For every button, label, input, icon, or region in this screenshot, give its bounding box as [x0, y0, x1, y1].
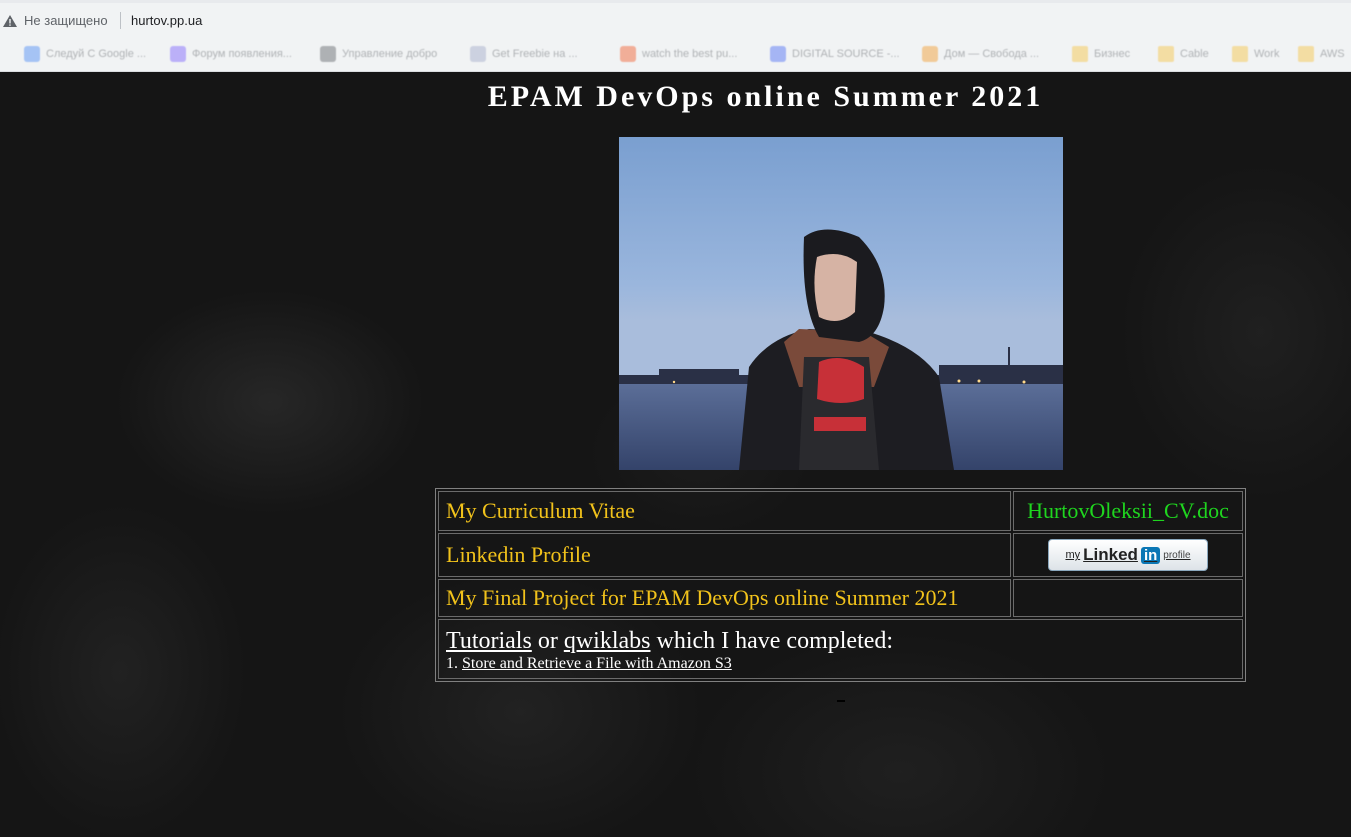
- page-content: EPAM DevOps online Summer 2021 My Curric…: [0, 72, 1351, 837]
- bookmarks-bar: Следуй С Google ... Форум появления... Упр…: [0, 38, 1351, 72]
- table-cell: HurtovOleksii_CV.doc: [1013, 491, 1243, 531]
- table-cell: My Final Project for EPAM DevOps online …: [438, 579, 1011, 617]
- linkedin-badge-my: my: [1065, 549, 1081, 561]
- table-row: My Final Project for EPAM DevOps online …: [438, 579, 1243, 617]
- linkedin-badge-profile: profile: [1163, 549, 1191, 561]
- warning-icon[interactable]: [3, 15, 17, 27]
- bookmark-label: AWS: [1320, 48, 1345, 60]
- divider: [837, 700, 845, 702]
- linkedin-icon: in: [1140, 546, 1161, 564]
- bookmark-favicon-icon: [24, 46, 40, 62]
- folder-icon: [1072, 46, 1088, 62]
- bookmark-item[interactable]: Управление добро: [320, 46, 437, 62]
- table-row: Linkedin Profile my Linked in profile: [438, 533, 1243, 577]
- bookmark-label: Cable: [1180, 48, 1209, 60]
- list-item: 1. Store and Retrieve a File with Amazon…: [446, 655, 1235, 673]
- bookmark-label: DIGITAL SOURCE -...: [792, 48, 900, 60]
- url-text[interactable]: hurtov.pp.ua: [131, 13, 202, 28]
- security-status[interactable]: Не защищено: [24, 13, 108, 28]
- tutorials-cell: Tutorials or qwiklabs which I have compl…: [438, 619, 1243, 679]
- profile-photo: [619, 137, 1063, 470]
- bookmark-item[interactable]: Дом — Свобода ...: [922, 46, 1039, 62]
- bookmark-label: Управление добро: [342, 48, 438, 60]
- table-cell-empty: [1013, 579, 1243, 617]
- linkedin-profile-button[interactable]: my Linked in profile: [1048, 539, 1208, 571]
- bookmark-favicon-icon: [320, 46, 336, 62]
- bookmark-label: Work: [1254, 48, 1280, 60]
- or-text: or: [531, 627, 564, 654]
- table-row: Tutorials or qwiklabs which I have compl…: [438, 619, 1243, 679]
- tutorials-heading: Tutorials or qwiklabs which I have compl…: [446, 628, 1235, 655]
- completed-text: which I have completed:: [650, 627, 894, 654]
- cv-file-link[interactable]: HurtovOleksii_CV.doc: [1027, 498, 1229, 523]
- folder-icon: [1158, 46, 1174, 62]
- linkedin-badge-linked: Linked: [1083, 545, 1138, 564]
- item-number: 1.: [446, 654, 462, 672]
- bookmark-item[interactable]: AWS: [1298, 46, 1345, 62]
- bookmark-label: watch the best pu...: [642, 48, 738, 60]
- bookmark-item[interactable]: watch the best pu...: [620, 46, 737, 62]
- bookmark-item[interactable]: Следуй С Google ...: [24, 46, 146, 62]
- table-cell: Linkedin Profile: [438, 533, 1011, 577]
- bookmark-label: Следуй С Google ...: [46, 48, 147, 60]
- bookmark-item[interactable]: Бизнес: [1072, 46, 1130, 62]
- bookmark-label: Бизнес: [1094, 48, 1131, 60]
- linkedin-label: Linkedin Profile: [446, 542, 591, 567]
- bookmark-favicon-icon: [170, 46, 186, 62]
- table-cell: my Linked in profile: [1013, 533, 1243, 577]
- table-cell: My Curriculum Vitae: [438, 491, 1011, 531]
- bookmark-favicon-icon: [770, 46, 786, 62]
- bookmark-favicon-icon: [922, 46, 938, 62]
- bookmark-item[interactable]: Work: [1232, 46, 1279, 62]
- page-title: EPAM DevOps online Summer 2021: [487, 80, 1044, 113]
- address-bar[interactable]: Не защищено hurtov.pp.ua: [0, 0, 1351, 38]
- bookmark-item[interactable]: Get Freebie на ...: [470, 46, 578, 62]
- bookmark-item[interactable]: DIGITAL SOURCE -...: [770, 46, 900, 62]
- qwiklabs-link[interactable]: qwiklabs: [564, 628, 651, 654]
- bookmark-label: Get Freebie на ...: [492, 48, 578, 60]
- folder-icon: [1232, 46, 1248, 62]
- tutorial-item-link[interactable]: Store and Retrieve a File with Amazon S3: [462, 655, 732, 672]
- info-table: My Curriculum Vitae HurtovOleksii_CV.doc…: [435, 488, 1246, 682]
- bookmark-favicon-icon: [620, 46, 636, 62]
- final-project-label: My Final Project for EPAM DevOps online …: [446, 585, 959, 610]
- cv-label: My Curriculum Vitae: [446, 498, 635, 523]
- folder-icon: [1298, 46, 1314, 62]
- bookmark-label: Дом — Свобода ...: [944, 48, 1040, 60]
- divider: [120, 12, 121, 29]
- bookmark-label: Форум появления...: [192, 48, 292, 60]
- bookmark-favicon-icon: [470, 46, 486, 62]
- tutorials-link[interactable]: Tutorials: [446, 628, 532, 654]
- bookmark-item[interactable]: Форум появления...: [170, 46, 292, 62]
- table-row: My Curriculum Vitae HurtovOleksii_CV.doc: [438, 491, 1243, 531]
- bookmark-item[interactable]: Cable: [1158, 46, 1209, 62]
